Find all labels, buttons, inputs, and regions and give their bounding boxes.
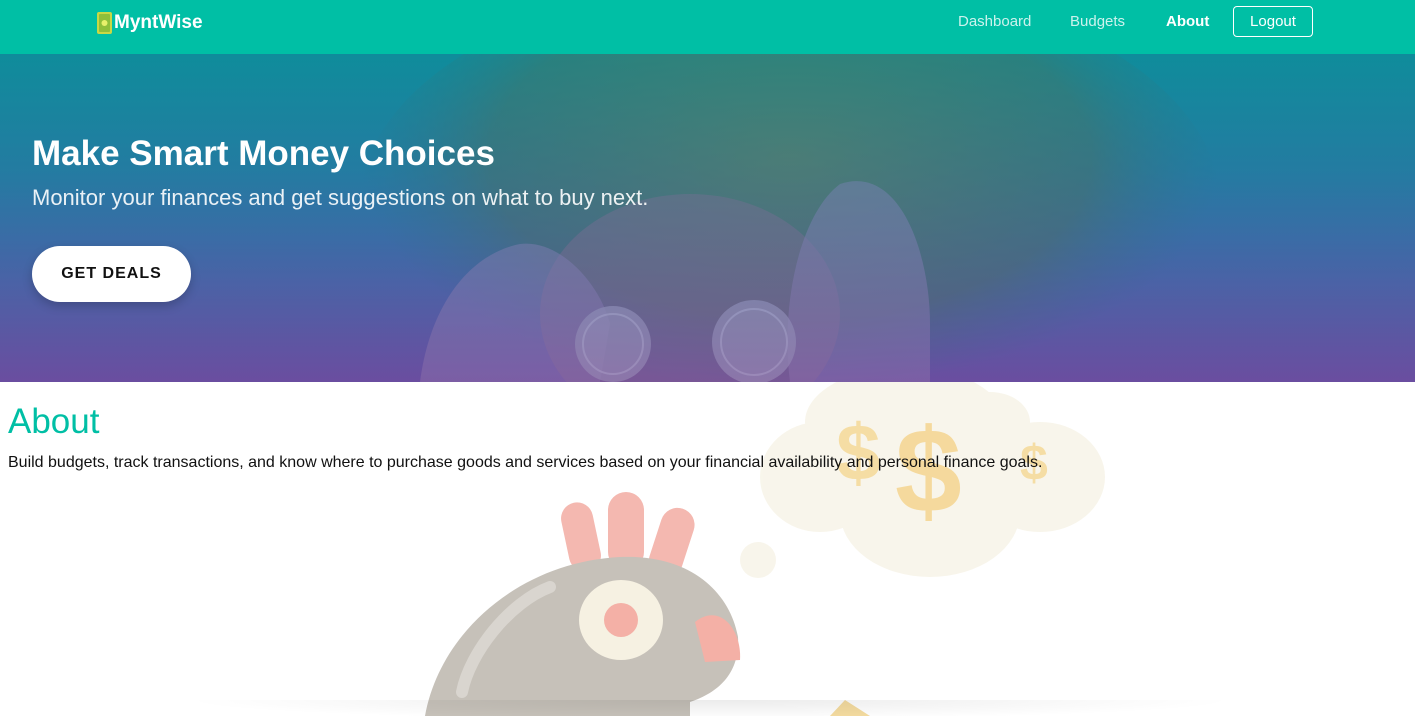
navbar: MyntWise Dashboard Budgets About Logout — [0, 0, 1415, 54]
nav-item-about[interactable]: About — [1166, 13, 1209, 30]
hero-title: Make Smart Money Choices — [32, 134, 495, 173]
nav-item-dashboard[interactable]: Dashboard — [958, 13, 1031, 30]
about-section: $ $ $ About Build budgets, track transac… — [0, 382, 1415, 716]
thought-cloud-icon: $ $ $ — [740, 382, 1105, 578]
hero-background-image — [0, 54, 1415, 382]
brand-name: MyntWise — [114, 12, 203, 33]
money-icon — [97, 12, 112, 34]
hero-subtitle: Monitor your finances and get suggestion… — [32, 185, 649, 210]
logout-button[interactable]: Logout — [1233, 6, 1313, 37]
svg-text:$: $ — [836, 408, 881, 497]
hero-banner: Make Smart Money Choices Monitor your fi… — [0, 54, 1415, 382]
nav-item-budgets[interactable]: Budgets — [1070, 13, 1125, 30]
about-title: About — [8, 402, 100, 441]
piggy-bank-illustration: $ $ $ — [425, 382, 1105, 716]
brand-link[interactable]: MyntWise — [96, 10, 203, 36]
about-description: Build budgets, track transactions, and k… — [8, 454, 1043, 471]
content-shadow — [180, 700, 1240, 716]
get-deals-button[interactable]: GET DEALS — [32, 246, 191, 302]
